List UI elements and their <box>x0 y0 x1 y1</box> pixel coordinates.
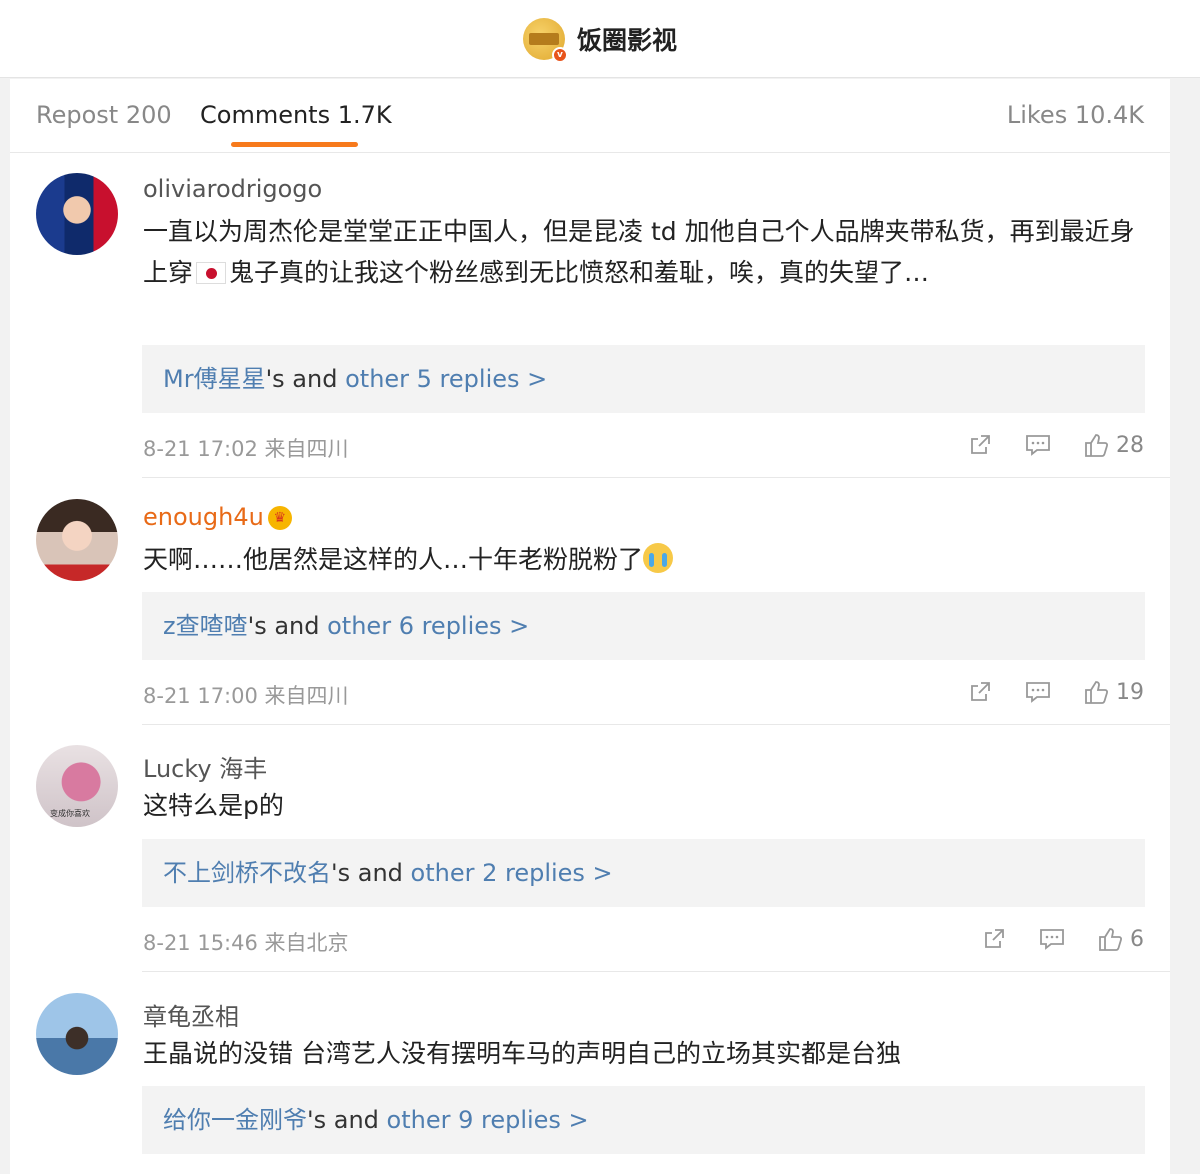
account-avatar[interactable]: v <box>522 17 568 63</box>
comment-divider <box>142 477 1170 478</box>
avatar[interactable] <box>36 173 118 255</box>
logo-mark <box>528 32 559 45</box>
reply-username[interactable]: 不上剑桥不改名 <box>163 859 331 887</box>
like-count: 19 <box>1116 679 1144 705</box>
comment-meta: 8-21 17:02 来自四川 <box>143 437 349 461</box>
more-replies-link[interactable]: other 6 replies > <box>327 612 529 640</box>
comment-text-part: 王晶说的没错 台湾艺人没有摆明车马的声明自己的立场其实都是台独 <box>143 1039 901 1068</box>
comment-text: 天啊……他居然是这样的人…十年老粉脱粉了 <box>143 539 1153 580</box>
like-count: 28 <box>1116 432 1144 458</box>
comment-username[interactable]: 章龟丞相 <box>143 997 239 1032</box>
comment-actions: 6 <box>950 925 1144 953</box>
comment-icon[interactable] <box>1024 431 1052 459</box>
comment-text: 王晶说的没错 台湾艺人没有摆明车马的声明自己的立场其实都是台独 <box>143 1033 1153 1074</box>
more-replies-link[interactable]: other 9 replies > <box>387 1106 589 1134</box>
comment-icon[interactable] <box>1038 925 1066 953</box>
reply-separator: 's and <box>307 1106 387 1134</box>
comment-divider <box>142 724 1170 725</box>
top-bar: v 饭圈影视 <box>0 0 1200 78</box>
japan-flag-icon <box>196 262 227 284</box>
comment-username[interactable]: enough4u ♛ <box>143 503 292 531</box>
replies-preview[interactable]: 给你一金刚爷's and other 9 replies > <box>142 1086 1145 1154</box>
comment-username[interactable]: oliviarodrigogo <box>143 175 322 203</box>
share-icon[interactable] <box>980 925 1008 953</box>
username-text[interactable]: enough4u <box>143 503 264 531</box>
comment-actions: 28 <box>936 431 1144 459</box>
share-icon[interactable] <box>966 678 994 706</box>
reply-separator: 's and <box>265 365 346 393</box>
comment-meta: 8-21 17:00 来自四川 <box>143 684 349 708</box>
account-header[interactable]: v 饭圈影视 <box>522 17 677 63</box>
reply-username[interactable]: z查喳喳 <box>163 612 248 640</box>
share-icon[interactable] <box>966 431 994 459</box>
avatar[interactable] <box>36 993 118 1075</box>
reply-username[interactable]: Mr傅星星 <box>163 365 266 393</box>
active-tab-indicator <box>231 142 358 147</box>
verified-badge-icon: v <box>551 46 568 63</box>
comment-text-part: 天啊……他居然是这样的人…十年老粉脱粉了 <box>143 545 644 574</box>
replies-preview[interactable]: 不上剑桥不改名's and other 2 replies > <box>142 839 1145 907</box>
replies-preview[interactable]: z查喳喳's and other 6 replies > <box>142 592 1145 660</box>
comment-text-part: 鬼子真的让我这个粉丝感到无比愤怒和羞耻，唉，真的失望了… <box>229 258 930 287</box>
reply-separator: 's and <box>331 859 411 887</box>
like-count: 6 <box>1130 926 1144 952</box>
comment-text: 一直以为周杰伦是堂堂正正中国人，但是昆凌 td 加他自己个人品牌夹带私货，再到最… <box>143 211 1153 293</box>
comment-actions: 19 <box>936 678 1144 706</box>
crown-badge-icon: ♛ <box>267 506 292 530</box>
more-replies-link[interactable]: other 2 replies > <box>411 859 613 887</box>
avatar[interactable]: 变成你喜欢 <box>36 745 118 827</box>
reply-username[interactable]: 给你一金刚爷 <box>163 1106 307 1134</box>
like-icon[interactable] <box>1082 431 1110 459</box>
more-replies-link[interactable]: other 5 replies > <box>345 365 547 393</box>
comment-username[interactable]: Lucky 海丰 <box>143 749 267 784</box>
comment-divider <box>142 971 1170 972</box>
comment-icon[interactable] <box>1024 678 1052 706</box>
comments-card: Repost 200 Comments 1.7K Likes 10.4K oli… <box>10 79 1170 1174</box>
tab-likes[interactable]: Likes 10.4K <box>1007 101 1144 129</box>
reply-separator: 's and <box>247 612 328 640</box>
tab-bar: Repost 200 Comments 1.7K Likes 10.4K <box>10 79 1170 153</box>
avatar-caption: 变成你喜欢 <box>50 809 90 818</box>
comment-text: 这特么是p的 <box>143 785 1153 826</box>
crying-emoji-icon <box>643 543 674 573</box>
avatar[interactable] <box>36 499 118 581</box>
tab-comments[interactable]: Comments 1.7K <box>200 101 392 129</box>
comment-meta: 8-21 15:46 来自北京 <box>143 931 349 955</box>
replies-preview[interactable]: Mr傅星星's and other 5 replies > <box>142 345 1145 413</box>
like-icon[interactable] <box>1096 925 1124 953</box>
comment-text-part: 这特么是p的 <box>143 791 284 820</box>
account-name[interactable]: 饭圈影视 <box>577 21 677 57</box>
like-icon[interactable] <box>1082 678 1110 706</box>
tab-repost[interactable]: Repost 200 <box>36 101 172 129</box>
